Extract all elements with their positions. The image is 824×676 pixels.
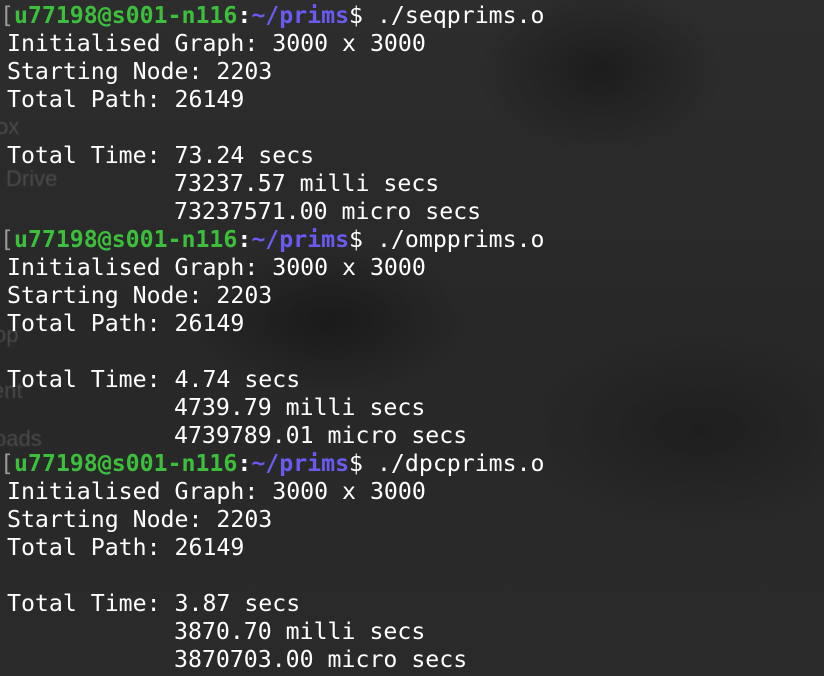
output-total-time-line: Total Time: 3.87 secs	[7, 590, 301, 617]
prompt-path: ~/prims	[251, 450, 350, 477]
output-total-time-line: Total Time: 73.24 secs	[7, 142, 315, 169]
output-milli-secs-line: 4739.79 milli secs	[174, 394, 426, 421]
shell-prompt-line: [u77198@s001-n116:~/prims$ ./seqprims.o	[0, 2, 824, 30]
shell-prompt-line: [u77198@s001-n116:~/prims$ ./ompprims.o	[0, 226, 824, 254]
prompt-path: ~/prims	[251, 226, 350, 253]
prompt-colon: :	[237, 226, 252, 253]
prompt-path: ~/prims	[251, 2, 350, 29]
output-graph-line: Initialised Graph: 3000 x 3000	[7, 30, 426, 57]
prompt-dollar: $	[349, 226, 364, 253]
prompt-colon: :	[237, 2, 252, 29]
output-starting-node-line: Starting Node: 2203	[7, 58, 273, 85]
prompt-bracket: [	[0, 226, 14, 253]
output-graph-line: Initialised Graph: 3000 x 3000	[7, 478, 426, 505]
prompt-command: ./dpcprims.o	[363, 450, 545, 477]
output-total-path-line: Total Path: 26149	[7, 86, 245, 113]
output-total-path-line: Total Path: 26149	[7, 534, 245, 561]
output-total-time-line: Total Time: 4.74 secs	[7, 366, 301, 393]
prompt-colon: :	[237, 450, 252, 477]
output-micro-secs-line: 73237571.00 micro secs	[174, 198, 482, 225]
prompt-user-host: u77198@s001-n116	[13, 2, 238, 29]
prompt-bracket: [	[0, 450, 14, 477]
output-micro-secs-line: 3870703.00 micro secs	[174, 646, 468, 673]
prompt-bracket: [	[0, 2, 14, 29]
output-starting-node-line: Starting Node: 2203	[7, 506, 273, 533]
prompt-dollar: $	[349, 450, 364, 477]
output-micro-secs-line: 4739789.01 micro secs	[174, 422, 468, 449]
output-starting-node-line: Starting Node: 2203	[7, 282, 273, 309]
prompt-command: ./ompprims.o	[363, 226, 545, 253]
terminal-output[interactable]: [u77198@s001-n116:~/prims$ ./seqprims.o …	[0, 2, 824, 674]
output-graph-line: Initialised Graph: 3000 x 3000	[7, 254, 426, 281]
output-milli-secs-line: 73237.57 milli secs	[174, 170, 440, 197]
prompt-dollar: $	[349, 2, 364, 29]
prompt-user-host: u77198@s001-n116	[13, 226, 238, 253]
prompt-user-host: u77198@s001-n116	[13, 450, 238, 477]
prompt-command: ./seqprims.o	[363, 2, 545, 29]
output-milli-secs-line: 3870.70 milli secs	[174, 618, 426, 645]
output-total-path-line: Total Path: 26149	[7, 310, 245, 337]
shell-prompt-line: [u77198@s001-n116:~/prims$ ./dpcprims.o	[0, 450, 824, 478]
